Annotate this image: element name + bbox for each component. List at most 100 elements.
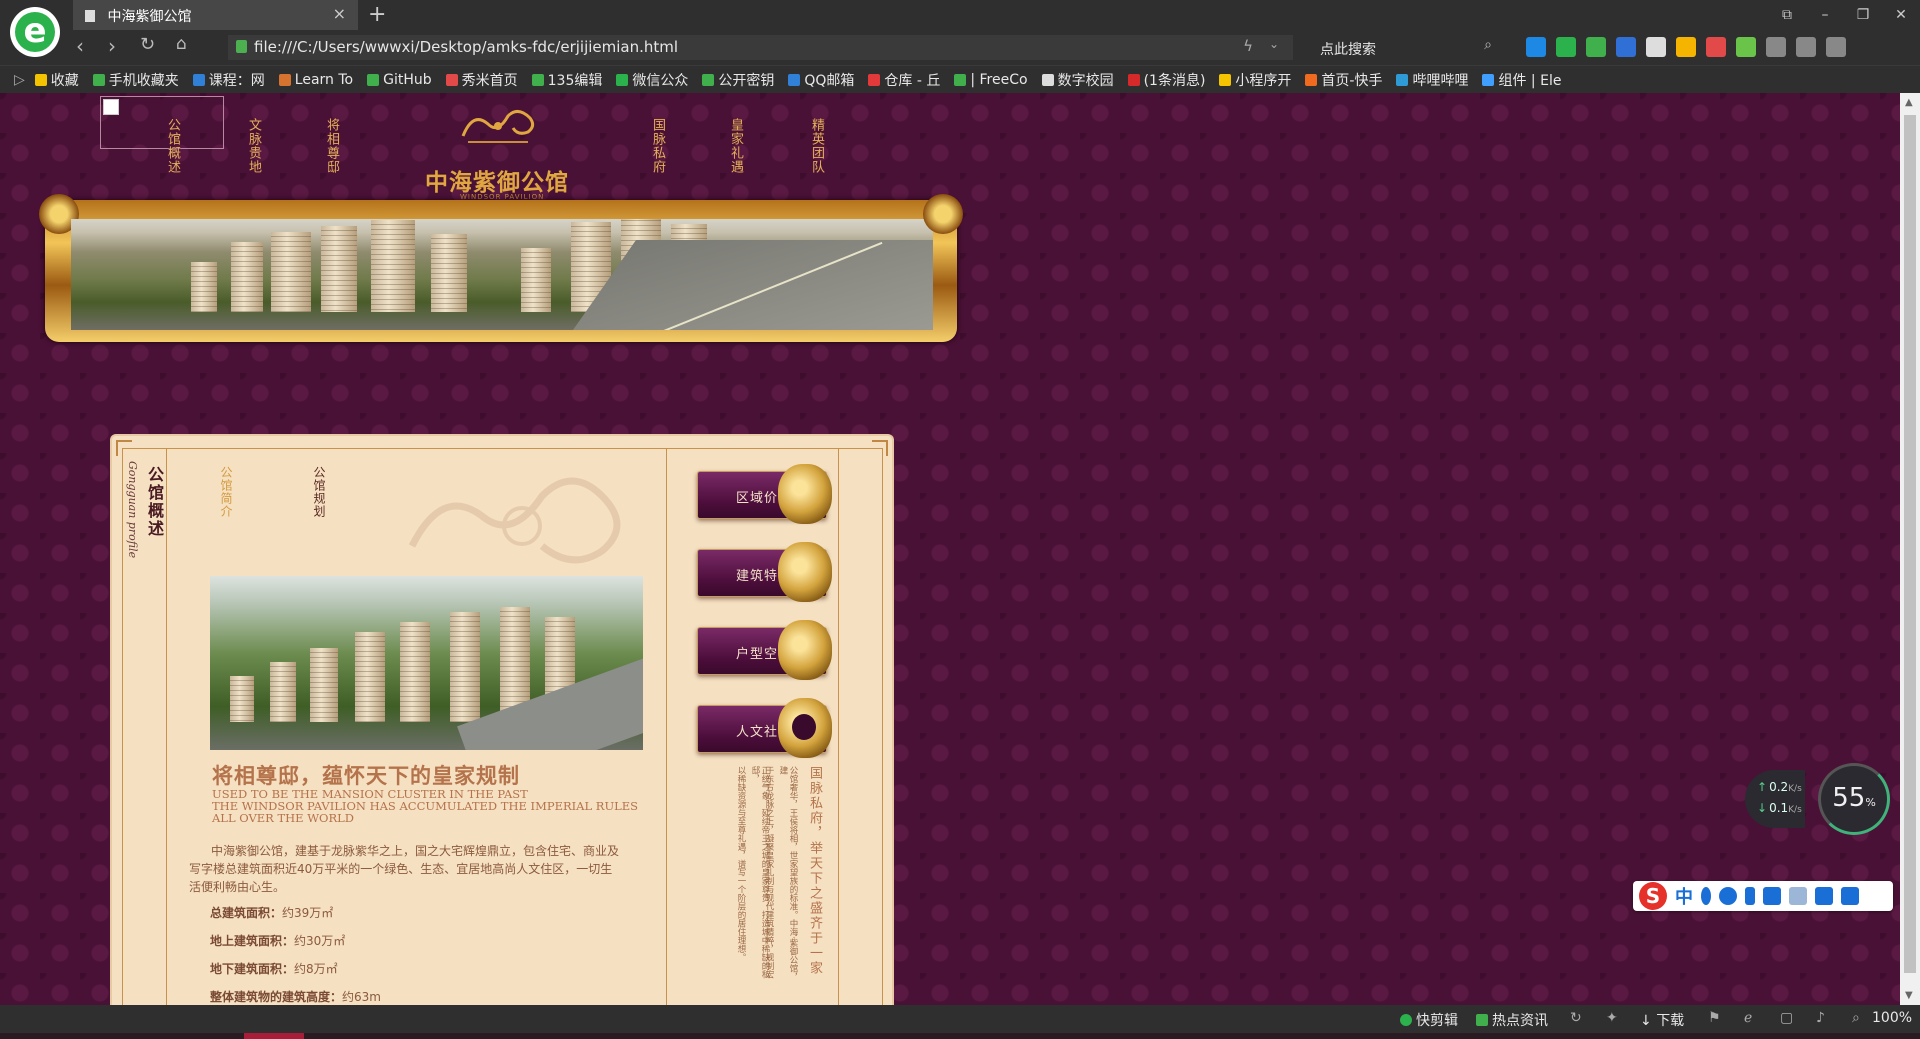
bolt-icon[interactable]: ϟ (1243, 37, 1253, 55)
new-tab-button[interactable]: + (368, 2, 386, 27)
sidebar-toggle-icon[interactable]: ▷ (14, 72, 25, 88)
headset-icon[interactable] (1766, 37, 1786, 57)
ie-icon[interactable]: ℯ (1744, 1010, 1752, 1026)
scrollbar-thumb[interactable] (1904, 115, 1916, 973)
game-extension-icon[interactable] (1646, 37, 1666, 57)
key-extension-icon[interactable] (1616, 37, 1636, 57)
architecture-button[interactable]: 建筑特色 (697, 542, 832, 602)
apps-extension-icon[interactable] (1706, 37, 1726, 57)
bookmark-item[interactable]: 仓库 - 丘 (868, 70, 940, 90)
bookmark-item[interactable]: GitHub (367, 72, 432, 88)
flag-icon[interactable]: ⚑ (1708, 1010, 1721, 1026)
bookmarks-bar: ▷ 收藏 手机收藏夹 课程：网 Learn To GitHub 秀米首页 135… (0, 65, 1920, 93)
nav-item-elite-team[interactable]: 精英团队 (807, 118, 826, 174)
network-speed-widget[interactable]: ↑ 0.2K/s ↓ 0.1K/s (1745, 770, 1805, 828)
bookmark-item[interactable]: | FreeCo (954, 72, 1028, 88)
bookmark-item[interactable]: 哔哩哔哩 (1396, 70, 1468, 90)
emoji-icon[interactable] (1719, 887, 1737, 905)
window-icon[interactable]: ▢ (1780, 1010, 1793, 1026)
pin-icon[interactable]: ✦ (1606, 1010, 1618, 1026)
bookmark-item[interactable]: 首页-快手 (1305, 70, 1382, 90)
nav-item-culture-land[interactable]: 文脉贵地 (244, 118, 263, 174)
bookmark-item[interactable]: 手机收藏夹 (92, 70, 179, 90)
bookmark-item[interactable]: 组件 | Ele (1482, 70, 1561, 90)
bookmark-item[interactable]: 数字校园 (1041, 70, 1114, 90)
hot-news-link[interactable]: 热点资讯 (1476, 1010, 1548, 1030)
zoom-icon[interactable]: ⌕ (1852, 1010, 1860, 1026)
site-logo-title[interactable]: 中海紫御公馆 (425, 163, 569, 197)
skin-button[interactable]: ⧉ (1768, 0, 1806, 30)
web-page: 公馆概述 文脉贵地 将相尊邸 国脉私府 皇家礼遇 精英团队 中海紫御公馆 WIN… (0, 93, 1900, 1005)
bookmark-item[interactable]: 小程序开 (1219, 70, 1291, 90)
nav-bar: ‹ › ↻ ⌂ file:///C:/Users/wwwxi/Desktop/a… (0, 30, 1920, 65)
corner-ornament (872, 440, 888, 456)
cpu-usage-widget[interactable]: 55% (1818, 763, 1890, 835)
regional-value-button[interactable]: 区域价值 (697, 464, 832, 524)
nav-item-royal-treatment[interactable]: 皇家礼遇 (726, 118, 745, 174)
zoom-level[interactable]: 100% (1872, 1010, 1912, 1026)
forward-icon[interactable]: › (108, 34, 116, 58)
bronze-vessel-icon (778, 464, 832, 524)
scroll-down-icon[interactable]: ▼ (1905, 990, 1913, 1001)
browser-tab[interactable]: 中海紫御公馆 × (73, 0, 358, 30)
back-icon[interactable]: ‹ (76, 34, 84, 58)
nav-item-private-residence[interactable]: 国脉私府 (648, 118, 667, 174)
ime-toolbar[interactable]: S 中 (1633, 881, 1893, 911)
download-link[interactable]: ↓ 下载 (1640, 1010, 1684, 1030)
nav-item-mansion[interactable]: 将相尊邸 (322, 118, 341, 174)
minimize-button[interactable]: – (1806, 0, 1844, 30)
user-icon[interactable] (1789, 887, 1807, 905)
tab-close-button[interactable]: × (333, 4, 346, 23)
bookmark-item[interactable]: 135编辑 (531, 70, 602, 90)
cut-extension-icon[interactable] (1586, 37, 1606, 57)
reload-icon[interactable]: ↻ (140, 34, 155, 55)
vertical-scrollbar[interactable]: ▲ ▼ (1900, 93, 1920, 1005)
bookmark-item[interactable]: Learn To (278, 72, 353, 88)
home-icon[interactable]: ⌂ (176, 34, 187, 54)
keyboard-icon[interactable] (1763, 887, 1781, 905)
english-line: ALL OVER THE WORLD (212, 811, 354, 825)
scroll-up-icon[interactable]: ▲ (1905, 97, 1913, 108)
tab-introduction[interactable]: 公馆简介 (218, 466, 235, 518)
chevron-down-icon[interactable]: ⌄ (1269, 37, 1279, 51)
bookmark-item[interactable]: 微信公众 (616, 70, 688, 90)
bookmark-item[interactable]: 收藏 (34, 70, 79, 90)
translate-extension-icon[interactable] (1556, 37, 1576, 57)
battery-icon[interactable] (1736, 37, 1756, 57)
bookmark-item[interactable]: (1条消息) (1127, 70, 1205, 90)
bookmark-item[interactable]: QQ邮箱 (788, 70, 854, 90)
jade-ring-icon (778, 698, 832, 758)
grid-icon[interactable] (1841, 887, 1859, 905)
bookmark-item[interactable]: 课程：网 (192, 70, 265, 90)
sogou-icon[interactable]: S (1639, 882, 1667, 910)
bookmark-item[interactable]: 公开密钥 (702, 70, 774, 90)
close-window-button[interactable]: ✕ (1882, 0, 1920, 30)
browser-logo-icon[interactable]: e (10, 7, 60, 57)
dragon-logo-icon[interactable] (458, 106, 538, 146)
community-button[interactable]: 人文社区 (697, 698, 832, 758)
floor-plan-button[interactable]: 户型空间 (697, 620, 832, 680)
p-extension-icon[interactable] (1526, 37, 1546, 57)
volume-icon[interactable]: ♪ (1816, 1010, 1825, 1026)
shield-extension-icon[interactable] (1676, 37, 1696, 57)
search-icon[interactable]: ⌕ (1484, 37, 1492, 53)
menu-icon[interactable] (1826, 37, 1846, 57)
punctuation-icon[interactable] (1701, 887, 1711, 905)
skin-icon[interactable] (1815, 887, 1833, 905)
bookmark-item[interactable]: 秀米首页 (445, 70, 518, 90)
video-editor-link[interactable]: 快剪辑 (1400, 1010, 1458, 1030)
refresh-icon[interactable]: ↻ (1570, 1010, 1582, 1026)
stat-total-area: 总建筑面积：约39万㎡ (210, 906, 334, 920)
search-input[interactable]: 点此搜索 ⌕ (1310, 35, 1500, 60)
address-bar[interactable]: file:///C:/Users/wwwxi/Desktop/amks-fdc/… (228, 35, 1293, 60)
tab-planning[interactable]: 公馆规划 (311, 466, 328, 518)
shield-icon (236, 40, 247, 53)
broken-image (100, 96, 224, 149)
undo-icon[interactable] (1796, 37, 1816, 57)
nav-item-overview[interactable]: 公馆概述 (163, 118, 182, 174)
maximize-button[interactable]: ❐ (1844, 0, 1882, 30)
microphone-icon[interactable] (1745, 887, 1755, 905)
content-panel: Gongguan profile 公馆概述 公馆简介 公馆规划 将相尊邸，蕴怀天… (112, 436, 892, 1005)
ime-language[interactable]: 中 (1675, 883, 1693, 909)
extension-icons (1526, 37, 1846, 57)
